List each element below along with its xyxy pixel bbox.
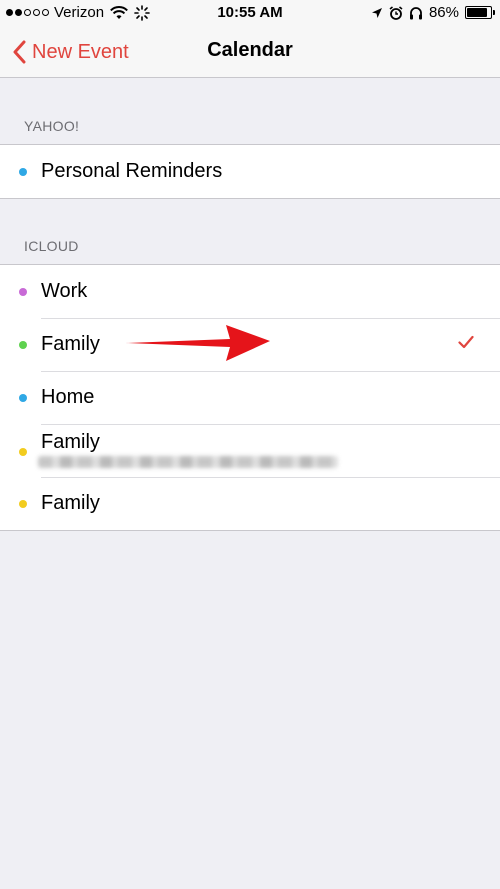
- calendar-color-dot: [19, 448, 27, 456]
- calendar-item-home[interactable]: Home: [0, 371, 500, 424]
- page-title: Calendar: [207, 39, 293, 61]
- checkmark-icon: [458, 335, 474, 349]
- calendar-item-label: Home: [41, 386, 95, 408]
- battery-icon: [465, 6, 495, 19]
- calendar-item-family-2[interactable]: Family: [0, 477, 500, 530]
- status-right: 86%: [371, 4, 495, 21]
- headphones-icon: [409, 6, 422, 19]
- annotation-arrow: [126, 325, 270, 361]
- calendar-color-dot: [19, 167, 27, 176]
- calendar-color-dot: [19, 393, 27, 402]
- calendar-group-yahoo: Personal Reminders: [0, 144, 500, 199]
- calendar-item-label: Family: [41, 492, 100, 514]
- calendar-item-label: Family: [41, 431, 100, 453]
- calendar-item-personal-reminders[interactable]: Personal Reminders: [0, 145, 500, 198]
- section-header-icloud: ICLOUD: [24, 238, 79, 254]
- calendar-item-label: Personal Reminders: [41, 160, 223, 182]
- calendar-group-icloud: Work Family Home Family Family: [0, 264, 500, 531]
- calendar-item-work[interactable]: Work: [0, 265, 500, 318]
- alarm-icon: [389, 5, 403, 20]
- calendar-item-label: Family: [41, 333, 100, 355]
- calendar-item-family-shared[interactable]: Family: [0, 424, 500, 477]
- calendar-item-label: Work: [41, 280, 88, 302]
- navigation-bar: New Event Calendar: [0, 26, 500, 78]
- calendar-color-dot: [19, 287, 27, 296]
- location-arrow-icon: [371, 7, 382, 18]
- section-header-yahoo: YAHOO!: [24, 118, 80, 134]
- redacted-subtitle: [38, 456, 338, 468]
- calendar-color-dot: [19, 499, 27, 508]
- battery-percent: 86%: [428, 4, 459, 21]
- status-bar: Verizon 10:55 AM 86%: [0, 0, 500, 26]
- calendar-color-dot: [19, 340, 27, 349]
